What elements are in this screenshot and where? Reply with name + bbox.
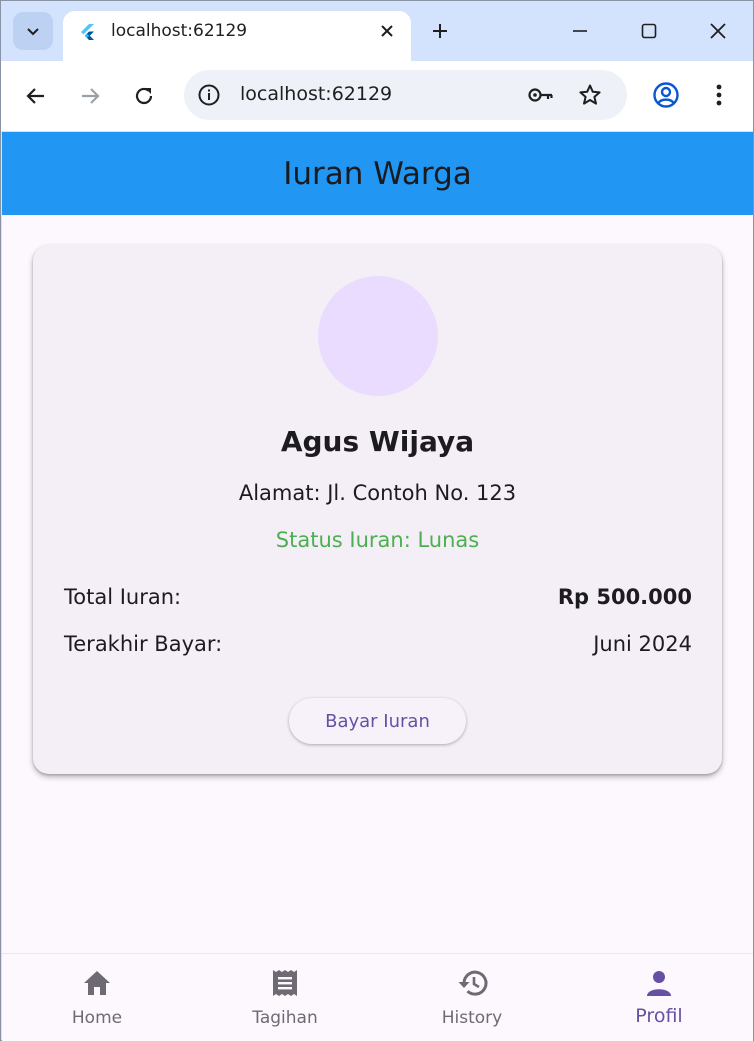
bottom-navigation: Home Tagihan History Profil [2,953,753,1041]
info-icon[interactable] [196,82,222,108]
back-button[interactable] [18,78,54,114]
tab-title: localhost:62129 [111,21,248,41]
nav-label-profil: Profil [635,1005,683,1027]
last-payment-value: Juni 2024 [593,632,692,656]
profile-button[interactable] [649,78,683,112]
nav-label-history: History [441,1008,503,1028]
receipt-icon [269,967,301,999]
history-icon [456,967,488,999]
home-icon [81,967,113,999]
account-circle-icon [653,82,679,108]
nav-label-home: Home [71,1008,123,1028]
browser-window: localhost:62129 localhost:62129 Iuran Wa… [0,0,754,1041]
close-icon [381,25,393,37]
maximize-icon [641,23,657,39]
flutter-icon [81,24,94,40]
more-vert-icon [716,84,722,106]
browser-menu-button[interactable] [705,78,733,112]
nav-item-home[interactable]: Home [3,954,191,1041]
close-window-button[interactable] [702,15,734,47]
nav-item-tagihan[interactable]: Tagihan [191,954,379,1041]
reload-icon [135,87,153,105]
address-bar[interactable]: localhost:62129 [184,70,627,120]
star-icon[interactable] [576,81,604,109]
forward-button[interactable] [72,78,108,114]
url-text[interactable]: localhost:62129 [240,83,392,105]
payment-status: Status Iuran: Lunas [275,528,480,552]
last-payment-row: Terakhir Bayar: Juni 2024 [64,632,692,656]
arrow-right-icon [82,88,100,104]
browser-toolbar: localhost:62129 [1,61,753,131]
avatar [318,276,438,396]
total-fee-row: Total Iuran: Rp 500.000 [64,585,692,609]
plus-icon [433,24,447,38]
browser-tab[interactable]: localhost:62129 [63,11,411,61]
last-payment-label: Terakhir Bayar: [64,632,223,656]
total-fee-label: Total Iuran: [64,585,182,609]
close-icon [710,23,726,39]
reload-button[interactable] [126,78,162,114]
nav-item-profil[interactable]: Profil [565,954,753,1041]
resident-name: Agus Wijaya [280,425,475,458]
nav-item-history[interactable]: History [378,954,566,1041]
nav-label-tagihan: Tagihan [252,1008,318,1028]
tab-close-button[interactable] [377,21,397,41]
arrow-left-icon [26,88,44,104]
pay-fee-button[interactable]: Bayar Iuran [289,698,466,744]
person-icon [643,967,675,999]
profile-card: Agus Wijaya Alamat: Jl. Contoh No. 123 S… [33,245,722,774]
tab-list-button[interactable] [13,12,53,50]
key-icon[interactable] [526,82,556,108]
page-title: Iuran Warga [283,155,472,192]
minimize-button[interactable] [564,15,596,47]
total-fee-value: Rp 500.000 [557,585,692,609]
maximize-button[interactable] [633,15,665,47]
minimize-icon [573,30,587,32]
chevron-down-icon [27,28,39,36]
tab-strip: localhost:62129 [1,1,753,61]
resident-address: Alamat: Jl. Contoh No. 123 [238,481,517,505]
page-viewport: Iuran Warga Agus Wijaya Alamat: Jl. Cont… [2,132,753,1041]
app-bar: Iuran Warga [2,132,753,215]
new-tab-button[interactable] [427,18,453,44]
